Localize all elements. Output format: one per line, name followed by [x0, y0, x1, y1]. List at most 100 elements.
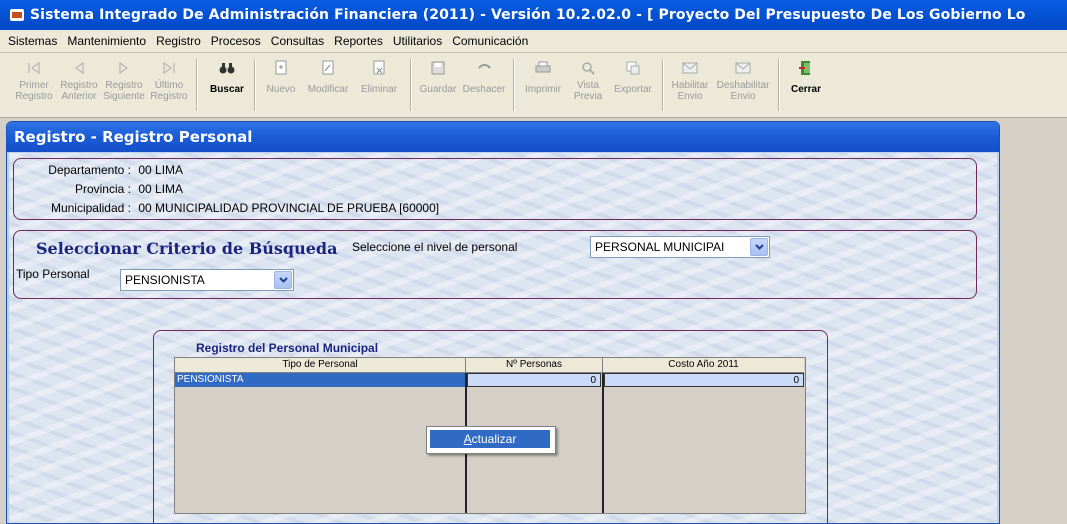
- tipo-personal-value: PENSIONISTA: [125, 273, 205, 287]
- enable-send-button[interactable]: Habilitar Envio: [668, 56, 712, 114]
- app-title-bar: Sistema Integrado De Administración Fina…: [0, 0, 1067, 30]
- binoculars-icon: [218, 60, 236, 76]
- next-record-button[interactable]: Registro Siguiente: [102, 56, 146, 114]
- window-title: Registro - Registro Personal: [14, 128, 253, 146]
- save-icon: [429, 60, 447, 76]
- last-record-button[interactable]: Último Registro: [148, 56, 190, 114]
- next-record-icon: [115, 60, 133, 76]
- undo-label: Deshacer: [462, 84, 506, 95]
- prev-record-icon: [70, 60, 88, 76]
- provincia-label: Provincia :: [74, 182, 131, 196]
- column-header-tipo[interactable]: Tipo de Personal: [175, 358, 466, 373]
- exit-door-icon: [797, 60, 815, 76]
- last-record-label-2: Registro: [150, 91, 188, 102]
- disable-send-button[interactable]: Deshabilitar Envio: [714, 56, 772, 114]
- export-icon: [624, 60, 642, 76]
- delete-label: Eliminar: [360, 84, 398, 95]
- search-button[interactable]: Buscar: [206, 56, 248, 114]
- menu-bar: Sistemas Mantenimiento Registro Procesos…: [0, 30, 1067, 53]
- preview-label-1: Vista: [576, 80, 600, 91]
- menu-registro[interactable]: Registro: [151, 34, 206, 48]
- table-cell-costo[interactable]: 0: [604, 373, 804, 387]
- magnifier-icon: [579, 60, 597, 76]
- new-label: Nuevo: [266, 84, 296, 95]
- personnel-level-value: PERSONAL MUNICIPAI: [595, 240, 725, 254]
- window-body: Departamento : 00 LIMA Provincia : 00 LI…: [9, 153, 997, 523]
- grid-title: Registro del Personal Municipal: [196, 341, 379, 355]
- edit-button[interactable]: Modificar: [303, 56, 353, 114]
- departamento-row: Departamento : 00 LIMA: [14, 163, 183, 177]
- preview-label-2: Previa: [573, 91, 603, 102]
- criteria-title: Seleccionar Criterio de Búsqueda: [36, 239, 338, 258]
- print-button[interactable]: Imprimir: [520, 56, 566, 114]
- municipalidad-value: 00 MUNICIPALIDAD PROVINCIAL DE PRUEBA [6…: [138, 201, 440, 215]
- location-group: Departamento : 00 LIMA Provincia : 00 LI…: [13, 158, 977, 220]
- menu-procesos[interactable]: Procesos: [206, 34, 266, 48]
- first-record-label-2: Registro: [15, 91, 53, 102]
- tipo-personal-label: Tipo Personal: [16, 267, 90, 281]
- tipo-personal-select[interactable]: PENSIONISTA: [120, 269, 294, 291]
- personnel-level-select[interactable]: PERSONAL MUNICIPAI: [590, 236, 770, 258]
- prev-record-button[interactable]: Registro Anterior: [58, 56, 100, 114]
- next-record-label-1: Registro: [105, 80, 143, 91]
- prev-record-label-2: Anterior: [61, 91, 97, 102]
- menu-consultas[interactable]: Consultas: [266, 34, 329, 48]
- edit-document-icon: [319, 60, 337, 76]
- app-icon: [10, 9, 24, 21]
- refresh-menu-item[interactable]: Actualizar: [430, 430, 550, 448]
- envelope-icon: [681, 60, 699, 76]
- undo-button[interactable]: Deshacer: [460, 56, 508, 114]
- envelope-icon: [734, 60, 752, 76]
- undo-icon: [475, 60, 493, 76]
- new-button[interactable]: Nuevo: [260, 56, 302, 114]
- menu-utilitarios[interactable]: Utilitarios: [388, 34, 447, 48]
- save-label: Guardar: [419, 84, 457, 95]
- table-cell-tipo[interactable]: PENSIONISTA: [175, 373, 465, 387]
- disable-send-label-1: Deshabilitar: [716, 80, 770, 91]
- enable-send-label-2: Envio: [677, 91, 703, 102]
- new-document-icon: [272, 60, 290, 76]
- menu-comunicacion[interactable]: Comunicación: [447, 34, 533, 48]
- column-header-costo[interactable]: Costo Año 2011: [603, 358, 804, 373]
- export-button[interactable]: Exportar: [610, 56, 656, 114]
- search-criteria-group: Seleccionar Criterio de Búsqueda Selecci…: [13, 230, 977, 299]
- chevron-down-icon[interactable]: [750, 238, 768, 256]
- provincia-value: 00 LIMA: [138, 182, 184, 196]
- edit-label: Modificar: [307, 84, 349, 95]
- enable-send-label-1: Habilitar: [671, 80, 709, 91]
- registro-personal-window: Registro - Registro Personal Departament…: [6, 121, 1000, 524]
- chevron-down-icon[interactable]: [274, 271, 292, 289]
- provincia-row: Provincia : 00 LIMA: [14, 182, 183, 196]
- table-cell-personas[interactable]: 0: [467, 373, 601, 387]
- last-record-label-1: Último: [154, 80, 184, 91]
- close-button[interactable]: Cerrar: [786, 56, 826, 114]
- last-record-icon: [160, 60, 178, 76]
- level-label: Seleccione el nivel de personal: [352, 240, 518, 254]
- municipalidad-label: Municipalidad :: [50, 201, 131, 215]
- search-label: Buscar: [210, 84, 244, 95]
- column-header-personas[interactable]: Nº Personas: [466, 358, 603, 373]
- departamento-value: 00 LIMA: [138, 163, 184, 177]
- preview-button[interactable]: Vista Previa: [568, 56, 608, 114]
- departamento-label: Departamento :: [48, 163, 131, 177]
- window-title-bar: Registro - Registro Personal: [7, 122, 999, 152]
- prev-record-label-1: Registro: [60, 80, 98, 91]
- delete-document-icon: [370, 60, 388, 76]
- save-button[interactable]: Guardar: [416, 56, 460, 114]
- context-menu: Actualizar: [426, 426, 556, 454]
- column-divider: [602, 373, 604, 513]
- next-record-label-2: Siguiente: [103, 91, 145, 102]
- first-record-label-1: Primer: [19, 80, 49, 91]
- first-record-button[interactable]: Primer Registro: [14, 56, 54, 114]
- first-record-icon: [25, 60, 43, 76]
- menu-mantenimiento[interactable]: Mantenimiento: [62, 34, 151, 48]
- menu-reportes[interactable]: Reportes: [329, 34, 388, 48]
- close-label: Cerrar: [790, 84, 822, 95]
- delete-button[interactable]: Eliminar: [356, 56, 402, 114]
- print-label: Imprimir: [524, 84, 562, 95]
- menu-sistemas[interactable]: Sistemas: [0, 34, 62, 48]
- refresh-menu-label: Actualizar: [463, 432, 517, 446]
- export-label: Exportar: [614, 84, 652, 95]
- app-title: Sistema Integrado De Administración Fina…: [30, 7, 1026, 23]
- printer-icon: [534, 60, 552, 76]
